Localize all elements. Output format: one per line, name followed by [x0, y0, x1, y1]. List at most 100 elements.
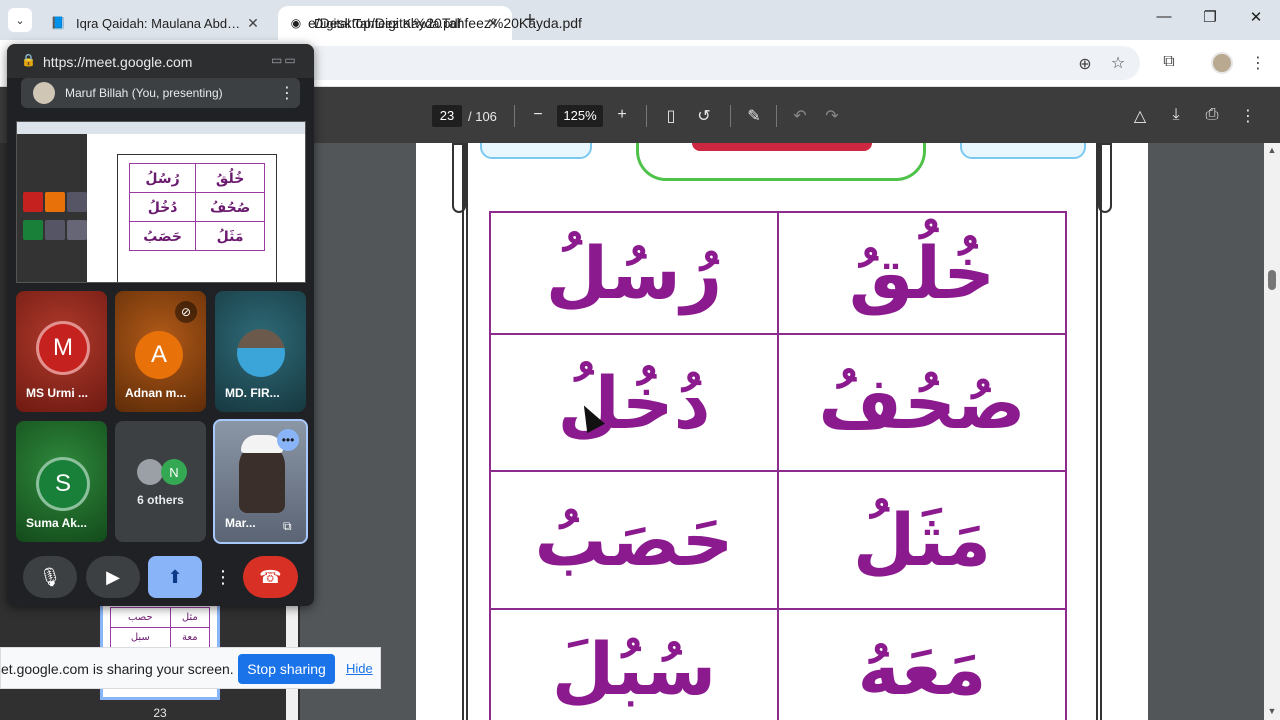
preview-tile [67, 192, 87, 212]
thumbnail-table: حصب مثل سبل معة [110, 607, 211, 648]
page-border-left [462, 143, 468, 720]
profile-avatar[interactable] [1211, 52, 1233, 74]
drive-save-icon[interactable]: △ [1129, 106, 1151, 126]
scroll-down-icon[interactable]: ▼ [1266, 706, 1278, 716]
participant-tile-suma[interactable]: S Suma Ak... [16, 421, 107, 542]
avatar [237, 329, 285, 377]
page-border-right [1096, 143, 1102, 720]
preview-tabbar [17, 122, 305, 134]
screen: ⌄ 📘 Iqra Qaidah: Maulana Abdus Sa ✕ ◉ Di… [0, 0, 1280, 720]
arabic-word-cell: سُبُلَ [489, 608, 779, 720]
toolbar-divider [730, 105, 731, 127]
call-controls: 🎙 ▶ ⬆ ⋮ ☎ [7, 556, 314, 606]
back-to-tab-icon[interactable]: ▭▭ [271, 53, 298, 67]
arabic-word-cell: دُخُلُ [489, 333, 779, 472]
print-icon[interactable]: ⎙ [1201, 106, 1223, 124]
pdf-scrollbar-thumb[interactable] [1268, 270, 1276, 290]
avatar: S [36, 457, 90, 511]
screen-sharing-bar: et.google.com is sharing your screen. St… [0, 647, 381, 689]
preview-tile [45, 220, 65, 240]
fit-page-icon[interactable]: ▯ [660, 106, 682, 126]
extensions-icon[interactable]: ⧉ [1158, 53, 1180, 71]
preview-cell: رُسُلُ [128, 163, 197, 193]
letters-table: رُسُلُ خُلُقُ دُخُلُ صُحُفُ حَصَبُ مَثَل… [489, 211, 1067, 720]
title-banner-text [692, 143, 872, 151]
zoom-level-input[interactable]: 125% [557, 105, 603, 127]
download-icon[interactable]: ⤓ [1165, 106, 1187, 124]
zoom-in-icon[interactable]: + [611, 106, 633, 124]
rotate-icon[interactable]: ↺ [693, 106, 715, 126]
address-url[interactable]: e/Desktop/Digital%20Tahfeez%20Kayda.pdf [308, 15, 582, 31]
thumb-cell: مثل [169, 607, 211, 628]
annotate-pen-icon[interactable]: ✎ [743, 106, 765, 126]
pdf-scrollbar[interactable] [1264, 143, 1280, 720]
avatar [137, 459, 163, 485]
stop-sharing-button[interactable]: Stop sharing [238, 654, 335, 684]
scroll-up-icon[interactable]: ▲ [1266, 145, 1278, 155]
zoom-icon[interactable]: ⊕ [1074, 54, 1096, 74]
close-window-icon[interactable]: ✕ [1246, 8, 1266, 26]
pip-url: https://meet.google.com [43, 54, 193, 70]
leave-call-icon[interactable]: ☎ [243, 556, 298, 598]
book-favicon-icon: 📘 [50, 16, 66, 30]
toolbar-divider [776, 105, 777, 127]
preview-tile [45, 192, 65, 212]
screen-share-preview: رُسُلُ خُلُقُ دُخُلُ صُحُفُ حَصَبُ مَثَل… [16, 121, 306, 283]
camera-icon[interactable]: ▶ [86, 556, 140, 598]
redo-icon[interactable]: ↷ [821, 106, 843, 126]
thumb-cell: حصب [110, 607, 171, 628]
tab-strip: ⌄ 📘 Iqra Qaidah: Maulana Abdus Sa ✕ ◉ Di… [0, 0, 1280, 40]
preview-cell: دُخُلُ [128, 192, 197, 222]
tab-title: Iqra Qaidah: Maulana Abdus Sa [76, 15, 244, 31]
participant-tile-others[interactable]: N 6 others [115, 421, 206, 542]
preview-cell: حَصَبُ [128, 221, 197, 251]
preview-tile [23, 220, 43, 240]
meet-pip-window[interactable]: 🔒 https://meet.google.com ▭▭ Maruf Billa… [7, 44, 314, 606]
microphone-icon[interactable]: 🎙 [23, 556, 77, 598]
participant-tile-ms-urmi[interactable]: M MS Urmi ... [16, 291, 107, 412]
undo-icon[interactable]: ↶ [789, 106, 811, 126]
others-count: 6 others [137, 493, 184, 507]
bookmark-star-icon[interactable]: ☆ [1107, 53, 1129, 73]
avatar: N [161, 459, 187, 485]
omnibox[interactable] [240, 46, 1140, 80]
more-options-icon[interactable]: ⋮ [1237, 106, 1259, 126]
participant-name: Mar... [225, 516, 256, 530]
thumb-cell: سبل [110, 627, 171, 648]
close-icon[interactable]: ✕ [244, 15, 262, 32]
thumbnail-page-number: 23 [153, 706, 167, 720]
tab-iqra-qaidah[interactable]: 📘 Iqra Qaidah: Maulana Abdus Sa ✕ [40, 6, 272, 40]
preview-tile [23, 192, 43, 212]
pip-icon[interactable]: ⧉ [283, 519, 292, 534]
participant-tile-self[interactable]: ••• Mar... ⧉ [213, 419, 308, 544]
participant-name: MD. FIR... [225, 386, 280, 400]
participant-tile-md-fir[interactable]: MD. FIR... [215, 291, 306, 412]
preview-cell: مَثَلُ [195, 221, 265, 251]
sharing-message: et.google.com is sharing your screen. [1, 661, 234, 677]
mic-off-icon: ⊘ [175, 301, 197, 323]
page-number-input[interactable]: 23 [432, 105, 462, 127]
more-options-icon[interactable]: ⋮ [279, 83, 295, 103]
arabic-word-cell: مَعَهُ [777, 608, 1067, 720]
avatar: M [36, 321, 90, 375]
preview-pdf-page: رُسُلُ خُلُقُ دُخُلُ صُحُفُ حَصَبُ مَثَل… [117, 154, 277, 282]
pdf-page: رُسُلُ خُلُقُ دُخُلُ صُحُفُ حَصَبُ مَثَل… [416, 143, 1148, 720]
hide-link[interactable]: Hide [346, 661, 373, 676]
page-total: / 106 [468, 109, 497, 124]
present-screen-icon[interactable]: ⬆ [148, 556, 202, 598]
participant-tile-adnan[interactable]: A ⊘ Adnan m... [115, 291, 206, 412]
ornament-left [452, 143, 466, 213]
avatar [33, 82, 55, 104]
tab-search-icon[interactable]: ⌄ [8, 8, 32, 32]
ornament-right [1098, 143, 1112, 213]
lock-icon: 🔒 [21, 53, 36, 67]
more-options-icon[interactable]: ⋮ [212, 556, 234, 598]
globe-icon: ◉ [290, 16, 302, 30]
restore-icon[interactable]: ❐ [1200, 8, 1220, 26]
zoom-out-icon[interactable]: − [527, 106, 549, 124]
minimize-icon[interactable]: — [1154, 8, 1174, 25]
header-band-left [480, 143, 592, 159]
preview-tile [67, 220, 87, 240]
more-options-icon[interactable]: ••• [277, 429, 299, 451]
menu-kebab-icon[interactable]: ⋮ [1247, 53, 1269, 73]
